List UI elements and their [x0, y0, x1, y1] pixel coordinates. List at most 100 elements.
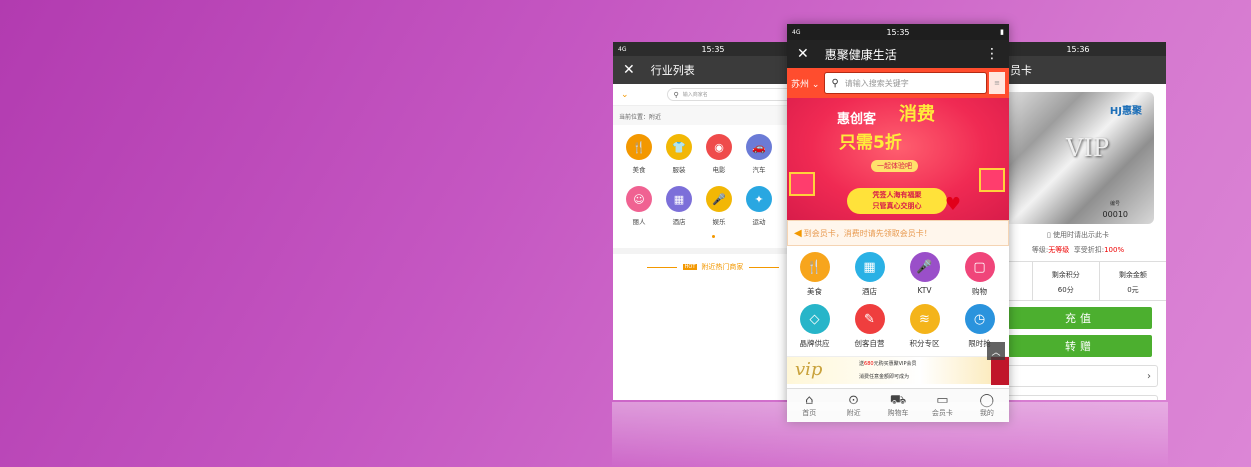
chevron-down-icon: ⌄: [811, 79, 820, 90]
banner-line1: 惠创客: [837, 112, 877, 127]
recharge-button[interactable]: 充值: [1008, 307, 1152, 329]
hot-badge: HOT: [682, 264, 698, 270]
user-icon: ◯: [979, 392, 995, 408]
nav-bar: ✕ 惠聚健康生活 ⋮: [787, 40, 1009, 68]
phone-industry-list: 4G 15:35 ✕ 行业列表 ⌄ ⚲ 输入商家名 当前位置：附近 🍴 美食 👕 服…: [613, 42, 813, 400]
category-item[interactable]: 🍴 美食: [787, 252, 842, 304]
location-pin-icon: ⊙: [848, 392, 860, 408]
category-item[interactable]: ☺ 丽人: [619, 181, 659, 233]
microphone-icon: 🎤: [706, 186, 732, 212]
category-label: 酒店: [672, 218, 686, 226]
heart-icon: ♥: [944, 194, 961, 215]
category-grid: 🍴 美食 👕 服装 ◉ 电影 🚗 汽车 ☺ 丽人 ▦ 酒店 🎤 娱乐 ✦ 运动: [613, 125, 813, 233]
city-selector[interactable]: 苏州 ⌄: [791, 77, 819, 90]
stat-value: 0元: [1127, 286, 1139, 294]
transfer-button[interactable]: 转赠: [1008, 335, 1152, 357]
vip-logo: vip: [795, 359, 823, 380]
banner-line2: 只需5折: [839, 133, 902, 153]
promo-banner[interactable]: 惠创客 消费 只需5折 一起体验吧 凭签人海有福聚 只管真心交朋心 ♥: [787, 98, 1009, 220]
category-label: 汽车: [752, 166, 766, 174]
tab-nearby[interactable]: ⊙ 附近: [831, 389, 875, 422]
back-to-top-button[interactable]: ︿: [987, 342, 1005, 360]
gift-box-icon: [789, 172, 815, 196]
stat-points: 剩余积分 60分: [1031, 262, 1099, 300]
vip-promo-line1: 送680元购买惠聚VIP会员: [859, 360, 916, 367]
tab-home[interactable]: ⌂ 首页: [787, 389, 831, 422]
category-item[interactable]: 🚗 汽车: [739, 129, 779, 181]
chevron-down-icon[interactable]: ⌄: [621, 90, 629, 100]
category-item[interactable]: 🍴 美食: [619, 129, 659, 181]
clock-icon: ◷: [964, 304, 995, 334]
search-placeholder: 请输入搜索关键字: [844, 78, 909, 88]
cart-icon: ⛟: [889, 392, 907, 408]
nav-bar: ✕ 行业列表: [613, 56, 813, 84]
nav-bar: 员卡: [990, 56, 1166, 84]
chevron-right-icon: ›: [1147, 370, 1151, 382]
vip-seal: [991, 357, 1009, 385]
stat-label: 剩余积分: [1051, 271, 1080, 279]
gift-box-icon: [979, 168, 1005, 192]
category-item[interactable]: 🎤 KTV: [897, 252, 952, 304]
stats-row: 总额 剩余积分 60分 剩余金额 0元: [990, 261, 1166, 301]
category-item[interactable]: 🎤 娱乐: [699, 181, 739, 233]
category-grid: 🍴 美食 ▦ 酒店 🎤 KTV ▢ 购物 ◇ 晶牌供应 ✎ 创客自营 ≋ 积分专区 ◷ 限时抢: [787, 246, 1009, 356]
search-input[interactable]: ⚲ 输入商家名: [666, 88, 795, 101]
coins-icon: ≋: [909, 304, 940, 334]
list-item[interactable]: ›: [996, 365, 1158, 387]
page-title: 行业列表: [650, 64, 695, 77]
banner-line1b: 消费: [899, 104, 935, 125]
category-item[interactable]: ◉ 电影: [699, 129, 739, 181]
status-bar: 15:36: [990, 42, 1166, 56]
hot-nearby-label: 附近热门商家: [701, 263, 744, 271]
tab-profile[interactable]: ◯ 我的: [965, 389, 1009, 422]
category-item[interactable]: ▢ 购物: [952, 252, 1007, 304]
category-label: 电影: [712, 166, 726, 174]
chat-icon: ✎: [854, 304, 885, 334]
use-hint-text: 使用时请出示此卡: [1053, 231, 1110, 239]
category-item[interactable]: ◇ 晶牌供应: [787, 304, 842, 356]
category-label: 服装: [672, 166, 686, 174]
search-icon: ⚲: [831, 77, 839, 89]
close-icon[interactable]: ✕: [797, 47, 809, 61]
menu-icon[interactable]: ≡: [989, 72, 1005, 94]
close-icon[interactable]: ✕: [623, 63, 635, 77]
category-item[interactable]: ▦ 酒店: [842, 252, 897, 304]
tab-label: 购物车: [887, 408, 909, 417]
tab-label: 首页: [802, 408, 817, 417]
vip-promo-text: 元购买惠聚VIP会员: [873, 361, 917, 367]
vip-promo-line2: 消费任意金额即可成为: [859, 374, 910, 380]
lock-icon: ▯: [1046, 231, 1051, 239]
stat-label: 剩余金额: [1118, 271, 1147, 279]
page-indicator-dot: [711, 235, 715, 238]
search-bar: 苏州 ⌄ ⚲ 请输入搜索关键字 ≡: [787, 68, 1009, 98]
car-icon: 🚗: [746, 134, 772, 160]
category-label: 晶牌供应: [799, 339, 830, 348]
discount-value: 100%: [1104, 246, 1125, 254]
list-item[interactable]: ›: [996, 395, 1158, 400]
category-item[interactable]: ▦ 酒店: [659, 181, 699, 233]
tab-cart[interactable]: ⛟ 购物车: [876, 389, 920, 422]
card-number-label: 编号: [1109, 201, 1120, 207]
category-item[interactable]: ✦ 运动: [739, 181, 779, 233]
status-time: 15:36: [1066, 44, 1090, 54]
film-reel-icon: ◉: [706, 134, 732, 160]
more-options-icon[interactable]: ⋮: [985, 47, 999, 61]
search-icon: ⚲: [673, 90, 679, 99]
shopping-bag-icon: ▢: [964, 252, 995, 282]
status-bar: 4G 15:35: [613, 42, 813, 56]
tab-member-card[interactable]: ▭ 会员卡: [920, 389, 964, 422]
search-placeholder: 输入商家名: [682, 92, 708, 98]
phone-home: 4G 15:35 ▮ ✕ 惠聚健康生活 ⋮ 苏州 ⌄ ⚲ 请输入搜索关键字 ≡ …: [787, 24, 1009, 422]
category-item[interactable]: 👕 服装: [659, 129, 699, 181]
category-item[interactable]: ≋ 积分专区: [897, 304, 952, 356]
tab-bar: ⌂ 首页 ⊙ 附近 ⛟ 购物车 ▭ 会员卡 ◯ 我的: [787, 388, 1009, 422]
shirt-icon: 👕: [666, 134, 692, 160]
search-input[interactable]: ⚲ 请输入搜索关键字: [824, 72, 987, 94]
divider-line: [646, 266, 677, 268]
category-item[interactable]: ✎ 创客自营: [842, 304, 897, 356]
divider-line: [749, 266, 780, 268]
page-title: 员卡: [1010, 64, 1032, 77]
hot-nearby-header: HOT 附近热门商家: [613, 248, 813, 272]
vip-promo-bar[interactable]: vip 送680元购买惠聚VIP会员 消费任意金额即可成为: [787, 356, 1009, 385]
level-value: 无等级: [1048, 246, 1070, 254]
